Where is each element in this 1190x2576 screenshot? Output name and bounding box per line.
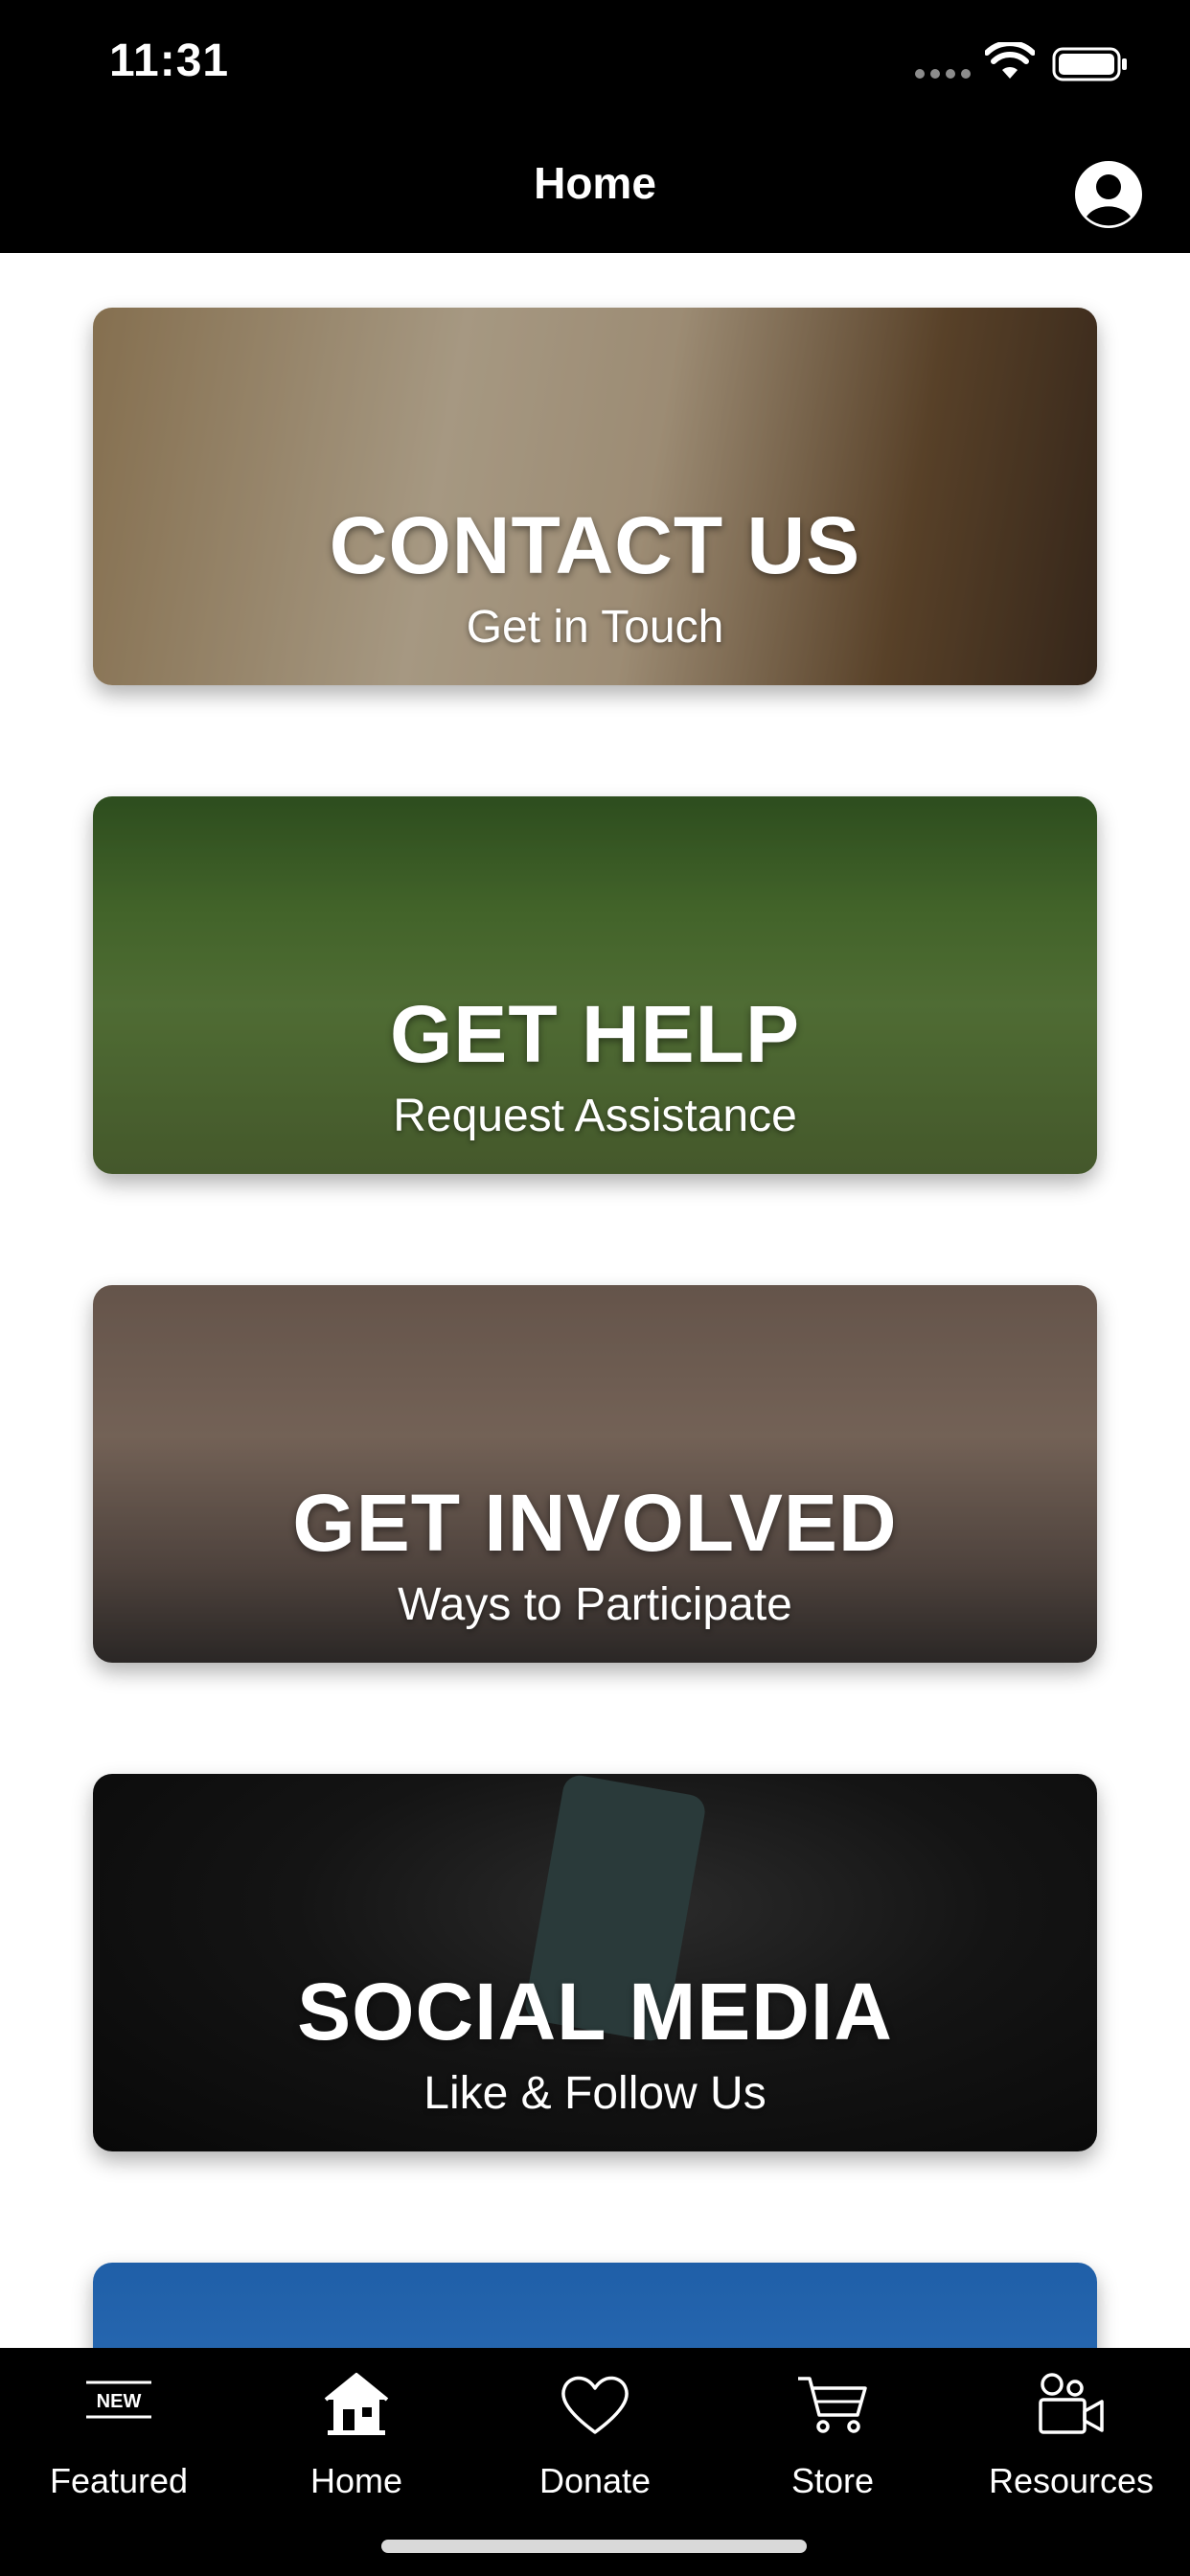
cart-icon (798, 2377, 867, 2433)
home-content: CONTACT US Get in Touch GET HELP Request… (0, 253, 1190, 2348)
tab-label: Featured (49, 2461, 189, 2500)
tab-store[interactable]: Store (714, 2348, 951, 2501)
card-subtitle: Get in Touch (466, 602, 724, 653)
card-image (93, 2263, 1097, 2348)
card-title: GET INVOLVED (292, 1478, 898, 1568)
top-bar: 11:31 Home (0, 0, 1190, 253)
profile-icon[interactable] (1073, 159, 1144, 230)
card-subtitle: Request Assistance (393, 1091, 797, 1141)
cellular-signal-icon (915, 69, 971, 82)
tab-label: Donate (538, 2461, 652, 2500)
page-title: Home (534, 158, 656, 208)
card-partial[interactable] (93, 2263, 1097, 2348)
tab-donate[interactable]: Donate (476, 2348, 714, 2501)
card-title: CONTACT US (329, 500, 861, 590)
wifi-icon (985, 42, 1035, 79)
heart-icon (561, 2376, 629, 2434)
tab-label: Resources (988, 2461, 1155, 2500)
tab-label: Home (309, 2461, 403, 2500)
video-camera-icon (1039, 2373, 1104, 2434)
tab-featured[interactable]: NEW Featured (0, 2348, 238, 2501)
card-title: SOCIAL MEDIA (297, 1966, 893, 2057)
card-subtitle: Ways to Participate (398, 1579, 792, 1630)
tab-resources[interactable]: Resources (952, 2348, 1190, 2501)
new-badge-text: NEW (97, 2391, 142, 2412)
tab-home[interactable]: Home (238, 2348, 475, 2501)
card-social-media[interactable]: SOCIAL MEDIA Like & Follow Us (93, 1774, 1097, 2151)
new-badge-icon: NEW (86, 2380, 151, 2419)
home-indicator (381, 2540, 807, 2553)
card-subtitle: Like & Follow Us (423, 2068, 767, 2119)
card-contact-us[interactable]: CONTACT US Get in Touch (93, 308, 1097, 685)
card-get-help[interactable]: GET HELP Request Assistance (93, 796, 1097, 1174)
card-title: GET HELP (389, 989, 801, 1079)
house-icon (324, 2373, 389, 2435)
tab-label: Store (790, 2461, 875, 2500)
battery-icon (1052, 47, 1127, 81)
card-get-involved[interactable]: GET INVOLVED Ways to Participate (93, 1285, 1097, 1663)
status-time: 11:31 (109, 35, 230, 86)
